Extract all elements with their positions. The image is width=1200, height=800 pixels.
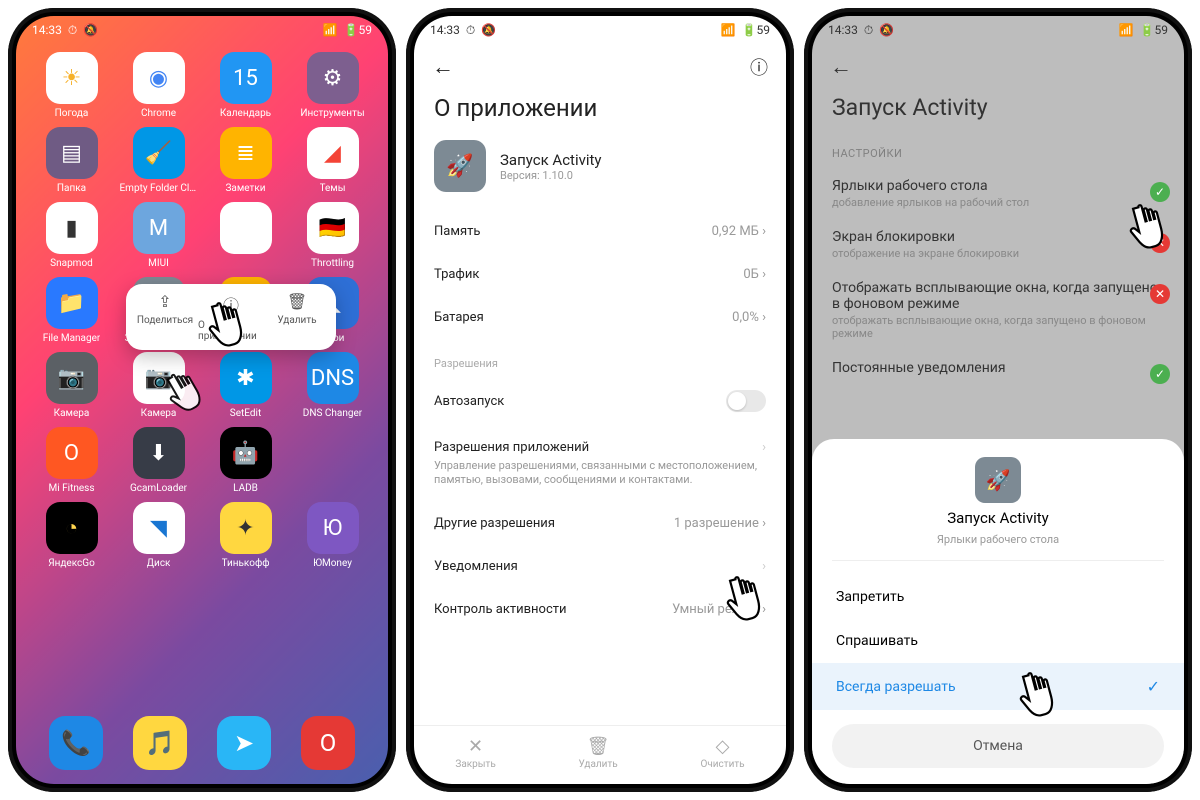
alarm-icon: ⏱ <box>68 23 77 38</box>
stat-row[interactable]: Память0,92 МБ › <box>414 210 786 253</box>
app-icon-Календарь[interactable]: 15Календарь <box>204 52 287 119</box>
app-icon: 🚀 <box>434 140 486 192</box>
statusbar: 14:33⏱🔕 📶🔋59 <box>16 16 388 44</box>
permission-sheet: 🚀 Запуск Activity Ярлыки рабочего стола … <box>812 439 1184 784</box>
app-icon-LADB[interactable]: 🤖LADB <box>204 427 287 494</box>
dock: 📞 🎵 ➤ O <box>16 716 388 770</box>
app-icon-Snapmod[interactable]: ▮Snapmod <box>30 202 113 269</box>
stat-row[interactable]: Трафик0Б › <box>414 253 786 296</box>
back-icon[interactable]: ← <box>432 54 454 80</box>
statusbar: 14:33⏱🔕 📶🔋59 <box>812 16 1184 44</box>
app-icon-MIUI[interactable]: MMIUI <box>117 202 200 269</box>
longpress-popup: ⇪ПоделитьсяⓘО приложении🗑Удалить <box>126 284 336 350</box>
dock-icon[interactable]: O <box>301 716 355 770</box>
info-icon[interactable]: ⓘ <box>750 54 768 80</box>
app-icon-File Manager[interactable]: 📁File Manager <box>30 277 113 344</box>
popup-О приложении[interactable]: ⓘО приложении <box>198 292 264 342</box>
app-icon-SetEdit[interactable]: ✱SetEdit <box>204 352 287 419</box>
popup-Удалить[interactable]: 🗑Удалить <box>264 292 330 342</box>
option-Спрашивать[interactable]: Спрашивать <box>812 619 1184 663</box>
app-icon-Папка[interactable]: ▤Папка <box>30 127 113 194</box>
app-icon-Chrome[interactable]: ◉Chrome <box>117 52 200 119</box>
app-icon: 🚀 <box>975 457 1021 503</box>
phone-homescreen: 14:33⏱🔕 📶🔋59 ☀Погода◉Chrome15Календарь⚙И… <box>8 8 396 792</box>
popup-Поделиться[interactable]: ⇪Поделиться <box>132 292 198 342</box>
option-Всегда разрешать[interactable]: Всегда разрешать✓ <box>812 663 1184 710</box>
app-icon-Камера[interactable]: 📷Камера <box>117 352 200 419</box>
app-icon-ЯндексGo[interactable]: ◔ЯндексGo <box>30 502 113 569</box>
app-icon-Погода[interactable]: ☀Погода <box>30 52 113 119</box>
bottom-Закрыть[interactable]: ✕Закрыть <box>455 736 495 770</box>
other-permissions-row[interactable]: Другие разрешения1 разрешение › <box>414 502 786 545</box>
bottom-Очистить[interactable]: ◇Очистить <box>700 736 744 770</box>
app-permissions-row[interactable]: Разрешения приложений› Управление разреш… <box>414 426 786 502</box>
bottom-actions: ✕Закрыть 🗑Удалить ◇Очистить <box>414 725 786 774</box>
app-info-header: 🚀 Запуск Activity Версия: 1.10.0 <box>414 134 786 210</box>
app-icon-Заметки[interactable]: ≣Заметки <box>204 127 287 194</box>
app-icon-Темы[interactable]: ◢Темы <box>291 127 374 194</box>
page-title: Запуск Activity <box>812 90 1184 133</box>
toggle[interactable] <box>726 390 766 412</box>
stat-row[interactable]: Батарея0,0% › <box>414 296 786 339</box>
perm-row[interactable]: Экран блокировкиотображение на экране бл… <box>812 219 1184 270</box>
app-icon-blank[interactable] <box>204 202 287 269</box>
back-icon[interactable]: ← <box>830 54 852 80</box>
perm-row[interactable]: Ярлыки рабочего столадобавление ярлыков … <box>812 168 1184 219</box>
activity-control-row[interactable]: Контроль активностиУмный режим › <box>414 588 786 631</box>
statusbar: 14:33⏱🔕 📶🔋59 <box>414 16 786 44</box>
app-icon-Камера[interactable]: 📷Камера <box>30 352 113 419</box>
dock-icon[interactable]: 🎵 <box>133 716 187 770</box>
phone-permission-dialog: 14:33⏱🔕 📶🔋59 ← Запуск Activity НАСТРОЙКИ… <box>804 8 1192 792</box>
phone-app-info: 14:33⏱🔕 📶🔋59 ← ⓘ О приложении 🚀 Запуск A… <box>406 8 794 792</box>
notifications-row[interactable]: Уведомления› <box>414 545 786 588</box>
cancel-button[interactable]: Отмена <box>832 724 1164 768</box>
dock-icon[interactable]: ➤ <box>217 716 271 770</box>
app-icon-Инструменты[interactable]: ⚙Инструменты <box>291 52 374 119</box>
app-icon-Диск[interactable]: ◥Диск <box>117 502 200 569</box>
signal-icon: 📶 <box>323 23 338 37</box>
perm-row[interactable]: Постоянные уведомления✓ <box>812 350 1184 386</box>
autostart-row[interactable]: Автозапуск <box>414 376 786 426</box>
dnd-icon: 🔕 <box>83 23 98 37</box>
app-icon-DNS Changer[interactable]: DNSDNS Changer <box>291 352 374 419</box>
option-Запретить[interactable]: Запретить <box>812 575 1184 619</box>
dock-icon[interactable]: 📞 <box>49 716 103 770</box>
battery-icon: 🔋59 <box>344 23 372 37</box>
perm-row[interactable]: Отображать всплывающие окна, когда запущ… <box>812 270 1184 350</box>
app-icon-Empty Folder Cleaner[interactable]: 🧹Empty Folder Cleaner <box>117 127 200 194</box>
app-icon-blank[interactable] <box>291 427 374 494</box>
bottom-Удалить[interactable]: 🗑Удалить <box>579 736 618 770</box>
app-icon-ЮMoney[interactable]: ЮЮMoney <box>291 502 374 569</box>
app-icon-Тинькофф[interactable]: ✦Тинькофф <box>204 502 287 569</box>
app-icon-Throttling[interactable]: 🇩🇪Throttling <box>291 202 374 269</box>
app-icon-Mi Fitness[interactable]: OMi Fitness <box>30 427 113 494</box>
page-title: О приложении <box>414 90 786 134</box>
app-icon-GcamLoader[interactable]: ⬇GcamLoader <box>117 427 200 494</box>
